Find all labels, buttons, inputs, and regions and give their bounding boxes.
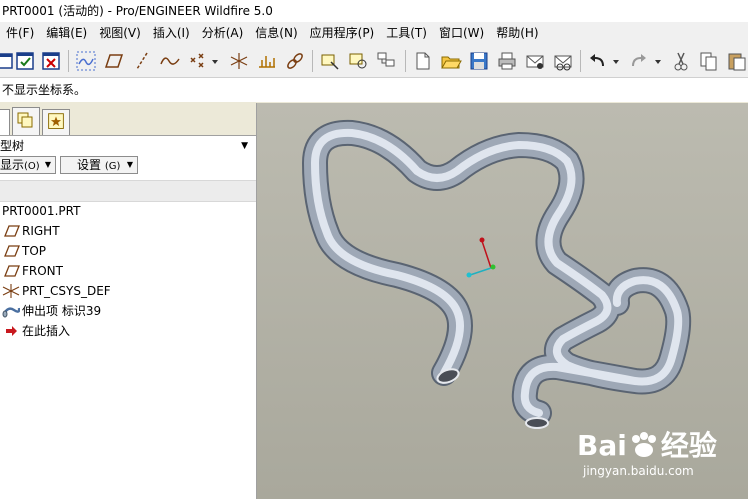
settings-shortcut: (G) — [104, 161, 121, 172]
favorites-icon — [48, 113, 64, 129]
chevron-down-icon[interactable] — [611, 50, 621, 72]
toolbar — [0, 44, 748, 78]
tree-item-label: PRT0001.PRT — [2, 204, 81, 218]
cut-icon[interactable] — [670, 50, 692, 72]
menu-tools[interactable]: 工具(T) — [380, 22, 433, 44]
favorites-tab[interactable] — [42, 109, 70, 135]
chevron-down-icon: ▼ — [44, 160, 51, 169]
watermark-url: jingyan.baidu.com — [583, 464, 694, 478]
toolbar-separator — [580, 50, 581, 72]
datum-point-icon[interactable] — [187, 50, 209, 72]
datum-curve-icon[interactable] — [159, 50, 181, 72]
model-tree-tab[interactable] — [0, 109, 10, 135]
new-file-icon[interactable] — [412, 50, 434, 72]
datum-plane-icon — [4, 225, 20, 237]
paw-icon — [631, 432, 656, 457]
chevron-down-icon[interactable] — [653, 50, 663, 72]
save-icon[interactable] — [468, 50, 490, 72]
tree-item-label: RIGHT — [22, 224, 60, 238]
toolbar-separator — [68, 50, 69, 72]
datum-axis-icon[interactable] — [131, 50, 153, 72]
tree-item-label: 在此插入 — [22, 324, 71, 338]
datum-plane-icon[interactable] — [103, 50, 125, 72]
panel-tab-row — [0, 103, 256, 136]
chain-link-icon[interactable] — [284, 50, 306, 72]
menu-applications[interactable]: 应用程序(P) — [304, 22, 381, 44]
baidu-watermark: Bai 经验 jingyan.baidu.com — [577, 412, 747, 492]
panel-title-text: 型树 — [0, 139, 25, 153]
toolbar-separator — [405, 50, 406, 72]
menu-insert[interactable]: 插入(I) — [147, 22, 196, 44]
menu-analysis[interactable]: 分析(A) — [196, 22, 250, 44]
chevron-down-icon: ▼ — [126, 160, 133, 169]
model-tree-panel: 型树 ▼ 显示(O) ▼ 设置 (G) ▼ PRT0001.PRT RIGHT … — [0, 103, 257, 499]
open-file-icon[interactable] — [440, 50, 462, 72]
tree-item-label: PRT_CSYS_DEF — [22, 284, 111, 298]
save-check-icon[interactable] — [14, 50, 36, 72]
chevron-down-icon[interactable] — [210, 50, 220, 72]
layers-icon — [17, 112, 33, 128]
message-area: 不显示坐标系。 — [0, 78, 748, 102]
tree-item-label: 伸出项 标识39 — [22, 304, 102, 318]
sketch-datum-icon[interactable] — [75, 50, 97, 72]
print-icon[interactable] — [496, 50, 518, 72]
panel-title: 型树 ▼ — [0, 137, 256, 155]
menu-edit[interactable]: 编辑(E) — [40, 22, 93, 44]
sweep-feature-icon — [2, 307, 20, 318]
insert-here-arrow-icon — [6, 326, 17, 336]
show-dropdown[interactable]: 显示(O) ▼ — [0, 156, 56, 174]
menu-help[interactable]: 帮助(H) — [490, 22, 544, 44]
email-icon[interactable] — [524, 50, 546, 72]
show-shortcut: (O) — [24, 161, 40, 172]
chevron-down-icon[interactable]: ▼ — [241, 137, 248, 155]
settings-dropdown[interactable]: 设置 (G) ▼ — [60, 156, 138, 174]
settings-label: 设置 — [77, 158, 102, 172]
datum-plane-icon — [4, 245, 20, 257]
show-label: 显示 — [0, 158, 25, 172]
coordinate-system-icon — [2, 284, 20, 298]
tree-column-header[interactable] — [0, 180, 256, 202]
menu-bar: 件(F) 编辑(E) 视图(V) 插入(I) 分析(A) 信息(N) 应用程序(P) 工具(T… — [0, 22, 748, 44]
tree-item-label: TOP — [22, 244, 47, 258]
menu-view[interactable]: 视图(V) — [93, 22, 147, 44]
close-window-icon[interactable] — [40, 50, 62, 72]
undo-icon[interactable] — [587, 50, 609, 72]
datum-plane-icon — [4, 265, 20, 277]
tree-item-label: FRONT — [22, 264, 63, 278]
paste-icon[interactable] — [698, 50, 720, 72]
coordinate-system-icon[interactable] — [228, 50, 250, 72]
menu-info[interactable]: 信息(N) — [249, 22, 303, 44]
filter-select-icon[interactable] — [319, 50, 341, 72]
layers-tab[interactable] — [12, 107, 40, 135]
menu-window[interactable]: 窗口(W) — [433, 22, 490, 44]
model-tree-icon[interactable] — [347, 50, 369, 72]
watermark-brand: Bai 经验 — [577, 429, 717, 462]
toolbar-separator — [312, 50, 313, 72]
paste-icon[interactable] — [726, 50, 748, 72]
redo-icon[interactable] — [627, 50, 649, 72]
menu-file[interactable]: 件(F) — [0, 22, 40, 44]
copy-icon[interactable] — [552, 50, 574, 72]
window-title: PRT0001 (活动的) - Pro/ENGINEER Wildfire 5.… — [0, 0, 748, 22]
analysis-icon[interactable] — [256, 50, 278, 72]
regenerate-icon[interactable] — [375, 50, 397, 72]
